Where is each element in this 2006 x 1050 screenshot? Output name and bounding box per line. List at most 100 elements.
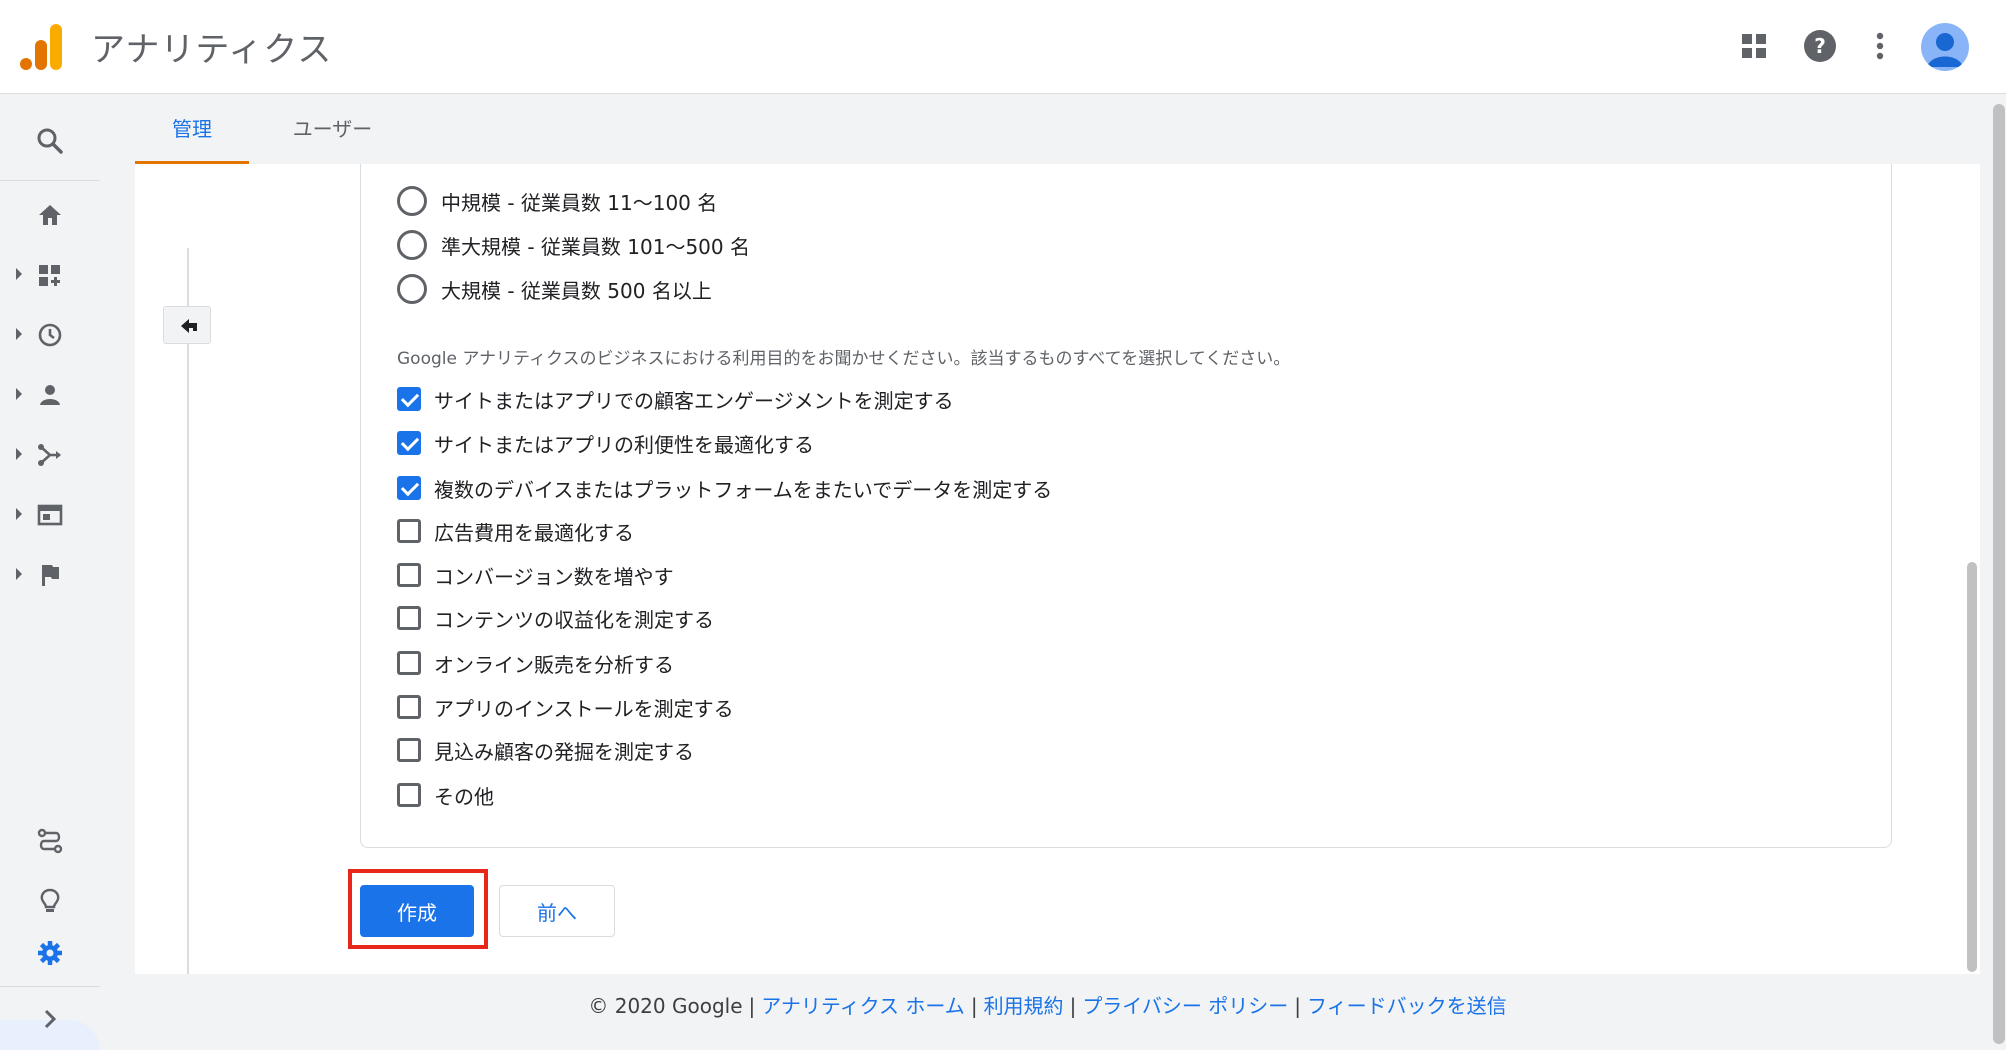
checkbox[interactable] [397, 519, 421, 543]
checkbox-other[interactable]: その他 [397, 778, 494, 812]
checkbox-app-installs[interactable]: アプリのインストールを測定する [397, 690, 734, 724]
radio-button[interactable] [397, 186, 427, 216]
expand-arrow-icon [16, 448, 22, 460]
checkbox[interactable] [397, 476, 421, 500]
expand-arrow-icon [16, 568, 22, 580]
checkbox-label: 広告費用を最適化する [434, 520, 634, 545]
expand-arrow-icon [16, 268, 22, 280]
checkbox-monetization[interactable]: コンテンツの収益化を測定する [397, 601, 714, 635]
checkbox-label: その他 [434, 784, 494, 809]
nav-behavior[interactable] [0, 488, 100, 540]
web-page-icon [37, 504, 63, 526]
checkbox-lead-generation[interactable]: 見込み顧客の発掘を測定する [397, 733, 694, 767]
checkbox-label: オンライン販売を分析する [434, 652, 674, 677]
checkbox-label: コンテンツの収益化を測定する [434, 607, 714, 632]
radio-label: 大規模 - 従業員数 500 名以上 [441, 278, 712, 303]
help-icon[interactable]: ? [1802, 28, 1838, 64]
checkbox[interactable] [397, 563, 421, 587]
home-icon [39, 205, 61, 225]
nav-realtime[interactable] [0, 308, 100, 360]
back-button[interactable] [163, 306, 211, 344]
footer-separator: | [748, 994, 756, 1018]
acquisition-icon [38, 444, 61, 466]
expand-arrow-icon [16, 388, 22, 400]
radio-label: 準大規模 - 従業員数 101〜500 名 [441, 234, 750, 259]
checkbox-label: 見込み顧客の発掘を測定する [434, 739, 694, 764]
more-vert-icon[interactable] [1862, 28, 1898, 64]
nav-acquisition[interactable] [0, 428, 100, 480]
content-scrollbar[interactable] [1967, 562, 1977, 972]
checkbox[interactable] [397, 606, 421, 630]
nav-conversions[interactable] [0, 548, 100, 600]
checkbox[interactable] [397, 387, 421, 411]
tab-admin[interactable]: 管理 [135, 94, 249, 164]
checkbox[interactable] [397, 738, 421, 762]
clock-icon [38, 323, 62, 347]
radio-button[interactable] [397, 274, 427, 304]
lightbulb-icon [40, 888, 60, 912]
nav-search[interactable] [0, 114, 100, 166]
footer-link-privacy[interactable]: プライバシー ポリシー [1082, 994, 1288, 1018]
tab-user[interactable]: ユーザー [275, 94, 390, 164]
checkbox[interactable] [397, 651, 421, 675]
checkbox[interactable] [397, 695, 421, 719]
top-bar: アナリティクス ? [0, 0, 2006, 94]
person-icon [40, 385, 60, 405]
radio-large[interactable]: 大規模 - 従業員数 500 名以上 [397, 272, 712, 306]
nav-divider [0, 986, 100, 987]
nav-home[interactable] [0, 188, 100, 240]
footer-separator: | [1069, 994, 1077, 1018]
checkbox[interactable] [397, 783, 421, 807]
checkbox-label: アプリのインストールを測定する [434, 696, 734, 721]
footer-link-terms[interactable]: 利用規約 [984, 994, 1064, 1018]
radio-upper-medium[interactable]: 準大規模 - 従業員数 101〜500 名 [397, 228, 750, 262]
checkbox-usability[interactable]: サイトまたはアプリの利便性を最適化する [397, 426, 814, 460]
checkbox-label: コンバージョン数を増やす [434, 564, 674, 589]
nav-customization[interactable] [0, 248, 100, 300]
apps-grid-icon[interactable] [1736, 28, 1772, 64]
checkbox-engagement[interactable]: サイトまたはアプリでの顧客エンゲージメントを測定する [397, 382, 954, 416]
radio-medium[interactable]: 中規模 - 従業員数 11〜100 名 [397, 184, 717, 218]
nav-admin[interactable] [0, 926, 100, 978]
expand-arrow-icon [16, 508, 22, 520]
checkbox-online-sales[interactable]: オンライン販売を分析する [397, 646, 674, 680]
search-icon [37, 128, 63, 154]
nav-divider [0, 180, 100, 181]
checkbox-label: サイトまたはアプリでの顧客エンゲージメントを測定する [434, 388, 954, 413]
person-icon [1927, 33, 1963, 67]
radio-button[interactable] [397, 230, 427, 260]
account-avatar[interactable] [1921, 23, 1969, 71]
back-arrow-icon [181, 319, 197, 333]
route-icon [37, 828, 63, 854]
flag-icon [42, 565, 59, 586]
create-button[interactable]: 作成 [360, 885, 474, 937]
checkbox-label: 複数のデバイスまたはプラットフォームをまたいでデータを測定する [434, 477, 1053, 502]
checkbox-conversions[interactable]: コンバージョン数を増やす [397, 558, 674, 592]
checkbox-cross-device[interactable]: 複数のデバイスまたはプラットフォームをまたいでデータを測定する [397, 471, 1052, 505]
expand-arrow-icon [16, 328, 22, 340]
usage-question: Google アナリティクスのビジネスにおける利用目的をお聞かせください。該当す… [397, 349, 1291, 369]
checkbox[interactable] [397, 431, 421, 455]
step-line [187, 248, 189, 974]
checkbox-label: サイトまたはアプリの利便性を最適化する [434, 432, 814, 457]
footer-separator: | [1294, 994, 1302, 1018]
footer-separator: | [970, 994, 978, 1018]
dashboard-add-icon [39, 265, 60, 286]
svg-text:?: ? [1814, 34, 1826, 58]
page-scrollbar[interactable] [1993, 104, 2005, 1044]
nav-attribution[interactable] [0, 814, 100, 866]
app-title: アナリティクス [91, 30, 333, 70]
copyright: © 2020 Google [588, 994, 743, 1018]
nav-audience[interactable] [0, 368, 100, 420]
radio-label: 中規模 - 従業員数 11〜100 名 [441, 190, 718, 215]
footer: © 2020 Google | アナリティクス ホーム | 利用規約 | プライバシー ポリ… [0, 990, 1990, 1030]
nav-discover[interactable] [0, 874, 100, 926]
footer-link-feedback[interactable]: フィードバックを送信 [1307, 994, 1507, 1018]
left-nav [0, 94, 100, 1050]
checkbox-ad-spend[interactable]: 広告費用を最適化する [397, 514, 634, 548]
previous-button[interactable]: 前へ [499, 885, 615, 937]
gear-icon [38, 941, 62, 965]
footer-link-analytics-home[interactable]: アナリティクス ホーム [761, 994, 965, 1018]
admin-tabs: 管理 ユーザー [135, 94, 1990, 164]
analytics-logo[interactable] [20, 24, 64, 70]
